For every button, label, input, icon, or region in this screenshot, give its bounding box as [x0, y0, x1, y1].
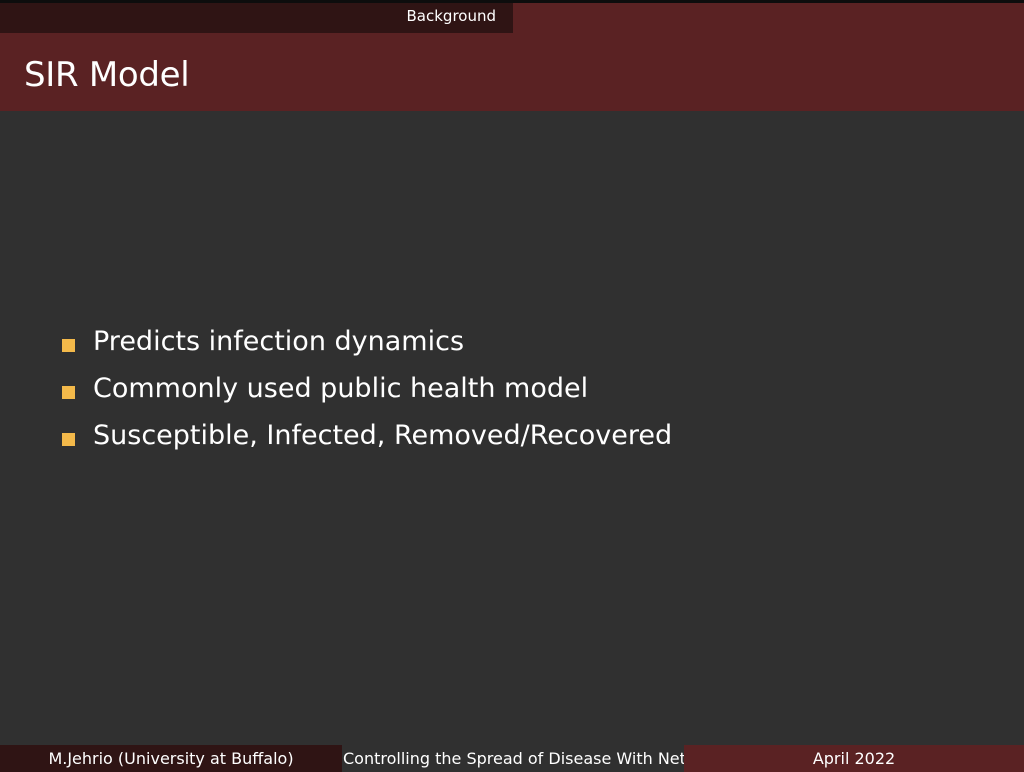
- footer-date: April 2022: [684, 745, 1024, 772]
- bullet-item: Susceptible, Infected, Removed/Recovered: [62, 412, 672, 459]
- footer-presentation-title: Controlling the Spread of Disease With N…: [342, 745, 684, 772]
- bullet-item: Commonly used public health model: [62, 365, 672, 412]
- title-bar: SIR Model: [0, 33, 1024, 111]
- footer-title-text: Controlling the Spread of Disease With N…: [343, 749, 684, 768]
- bullet-list: Predicts infection dynamics Commonly use…: [62, 318, 672, 459]
- slide-title: SIR Model: [24, 55, 190, 95]
- slide: Background SIR Model Predicts infection …: [0, 0, 1024, 772]
- footer-author: M.Jehrio (University at Buffalo): [0, 745, 342, 772]
- square-bullet-icon: [62, 339, 75, 352]
- nav-section-background[interactable]: Background: [407, 3, 499, 30]
- bullet-text: Susceptible, Infected, Removed/Recovered: [93, 420, 673, 451]
- bullet-text: Predicts infection dynamics: [93, 326, 465, 357]
- square-bullet-icon: [62, 433, 75, 446]
- square-bullet-icon: [62, 386, 75, 399]
- navigation-bar: Background: [0, 0, 1024, 33]
- bullet-item: Predicts infection dynamics: [62, 318, 672, 365]
- footer: M.Jehrio (University at Buffalo) Control…: [0, 745, 1024, 772]
- bullet-text: Commonly used public health model: [93, 373, 589, 404]
